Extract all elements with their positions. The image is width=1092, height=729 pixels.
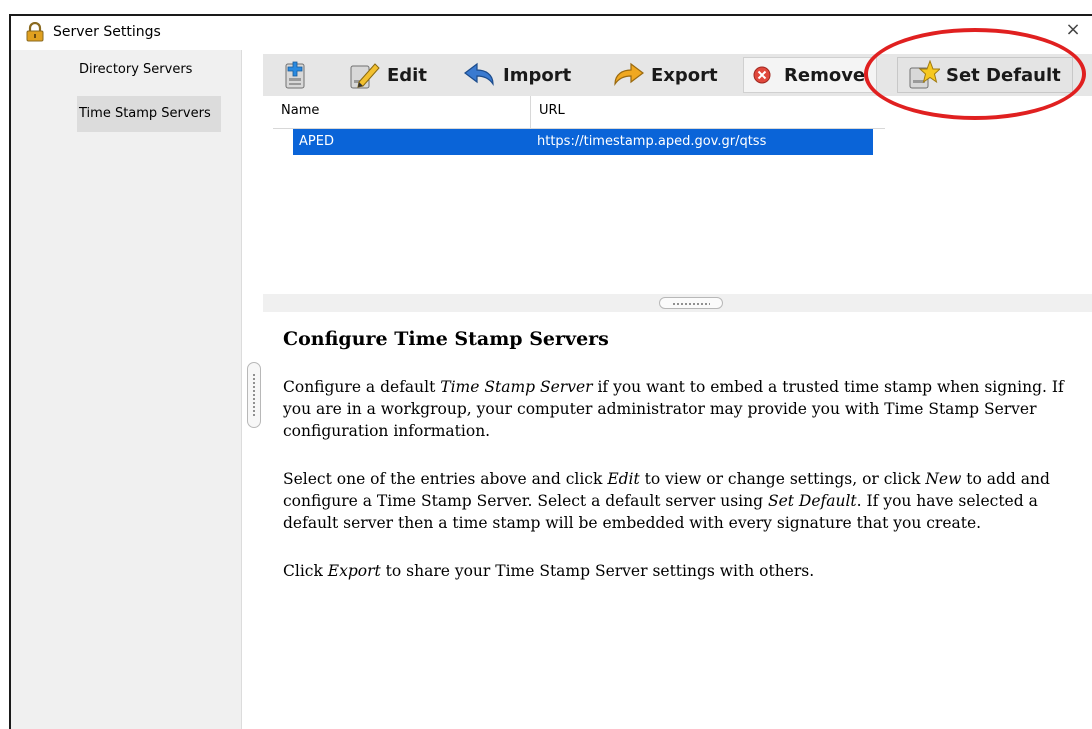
edit-button-label: Edit bbox=[387, 64, 427, 86]
title-bar: Server Settings × bbox=[11, 16, 1092, 50]
help-title: Configure Time Stamp Servers bbox=[283, 328, 609, 350]
import-button[interactable]: Import bbox=[463, 57, 571, 93]
sidebar-item-directory-servers[interactable]: Directory Servers bbox=[77, 52, 221, 88]
sidebar-item-time-stamp-servers[interactable]: Time Stamp Servers bbox=[77, 96, 221, 132]
table-row[interactable]: APED https://timestamp.aped.gov.gr/qtss bbox=[293, 129, 873, 155]
close-icon: × bbox=[1065, 19, 1081, 40]
close-button[interactable]: × bbox=[1062, 19, 1084, 41]
edit-icon bbox=[350, 63, 380, 89]
remove-button-label: Remove bbox=[784, 64, 866, 86]
import-arrow-icon bbox=[464, 62, 494, 86]
remove-button[interactable]: Remove bbox=[743, 57, 877, 93]
set-default-star-icon bbox=[909, 60, 940, 89]
pane-resize-handle[interactable] bbox=[659, 297, 723, 309]
pane-splitter bbox=[263, 294, 1092, 312]
new-server-icon bbox=[285, 61, 305, 89]
sidebar-resize-handle[interactable] bbox=[247, 362, 261, 428]
column-header-name[interactable]: Name bbox=[273, 96, 531, 128]
set-default-button[interactable]: Set Default bbox=[897, 57, 1073, 93]
server-settings-window: Server Settings × Directory Servers Time… bbox=[9, 14, 1092, 729]
table-header: Name URL bbox=[273, 96, 885, 129]
help-panel: Configure Time Stamp Servers Configure a… bbox=[275, 316, 1088, 729]
row-name-cell: APED bbox=[299, 134, 334, 149]
export-button-label: Export bbox=[651, 64, 718, 86]
column-header-url[interactable]: URL bbox=[531, 96, 885, 128]
remove-icon bbox=[753, 66, 771, 84]
server-list: Name URL APED https://timestamp.aped.gov… bbox=[263, 96, 1092, 294]
import-button-label: Import bbox=[503, 64, 572, 86]
help-paragraph-2: Select one of the entries above and clic… bbox=[283, 470, 1050, 532]
sidebar-item-label: Time Stamp Servers bbox=[79, 106, 211, 121]
set-default-button-label: Set Default bbox=[946, 64, 1061, 86]
row-url-cell: https://timestamp.aped.gov.gr/qtss bbox=[537, 134, 767, 149]
help-paragraph-3: Click Export to share your Time Stamp Se… bbox=[283, 562, 815, 580]
sidebar: Directory Servers Time Stamp Servers bbox=[11, 50, 242, 729]
export-arrow-icon bbox=[614, 62, 644, 86]
edit-button[interactable]: Edit bbox=[349, 57, 427, 93]
help-paragraph-1: Configure a default Time Stamp Server if… bbox=[283, 378, 1064, 440]
toolbar: Edit Import Export Remove Set Default bbox=[263, 54, 1092, 96]
sidebar-item-label: Directory Servers bbox=[79, 62, 193, 77]
lock-icon bbox=[26, 22, 44, 42]
grip-dots bbox=[252, 373, 256, 417]
new-button[interactable] bbox=[281, 57, 315, 93]
export-button[interactable]: Export bbox=[611, 57, 718, 93]
window-title: Server Settings bbox=[53, 24, 161, 40]
grip-dots bbox=[672, 302, 710, 306]
